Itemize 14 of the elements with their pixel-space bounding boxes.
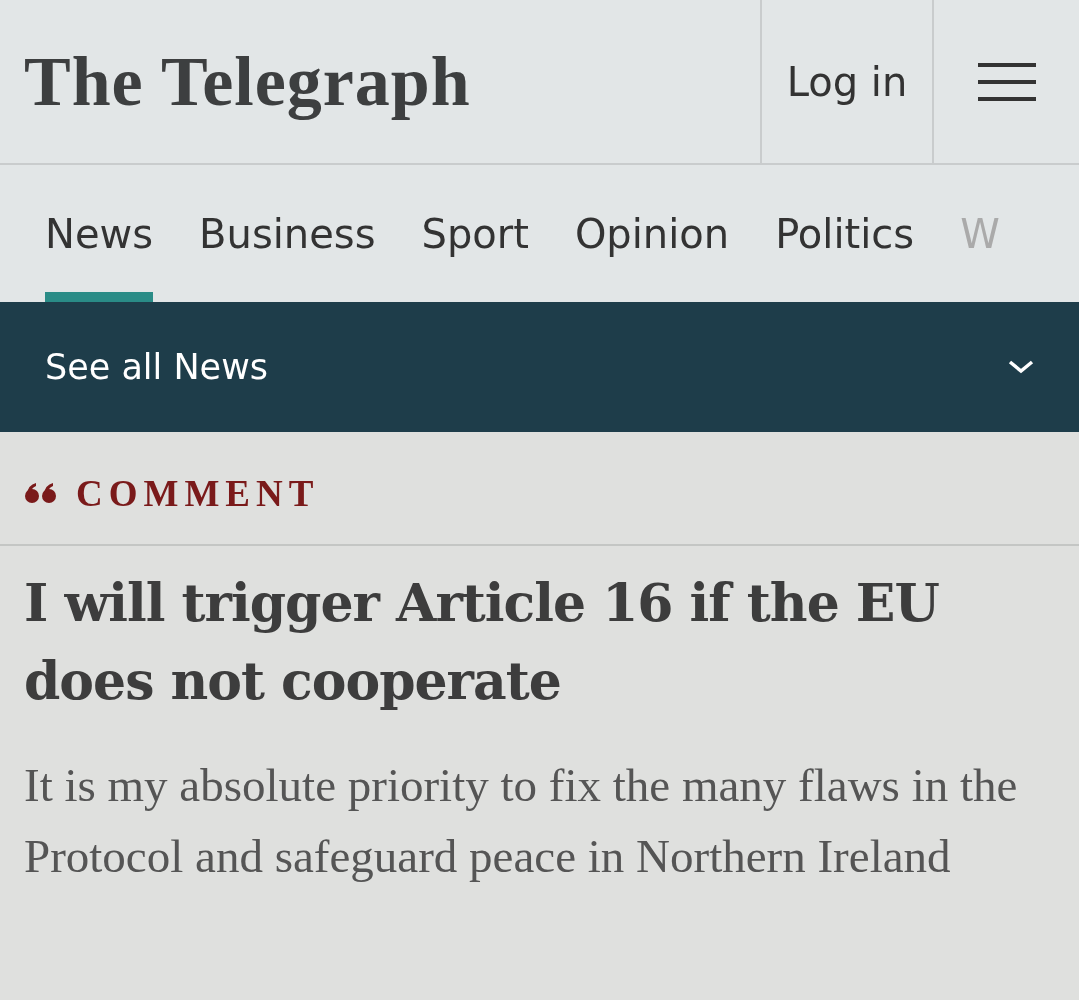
quote-icon <box>24 482 58 504</box>
subnav-bar[interactable]: See all News <box>0 302 1079 432</box>
menu-icon <box>977 60 1036 103</box>
nav-tab[interactable]: Sport <box>421 165 529 302</box>
standfirst: It is my absolute priority to fix the many flaws in the Protocol and safeguard peace in Northern Ireland <box>24 758 1019 884</box>
telegraph-logo[interactable]: The Telegraph <box>24 41 471 122</box>
subnav-label: See all News <box>45 347 268 387</box>
chevron-down-icon <box>1007 359 1035 375</box>
login-button[interactable]: Log in <box>760 0 932 163</box>
section-label[interactable]: COMMENT <box>76 471 320 515</box>
nav-tab[interactable]: Business <box>199 165 376 302</box>
headline[interactable]: I will trigger Article 16 if the EU does not cooperate <box>24 564 1055 720</box>
nav-tab[interactable]: Politics <box>775 165 915 302</box>
nav-tab[interactable]: Opinion <box>574 165 730 302</box>
